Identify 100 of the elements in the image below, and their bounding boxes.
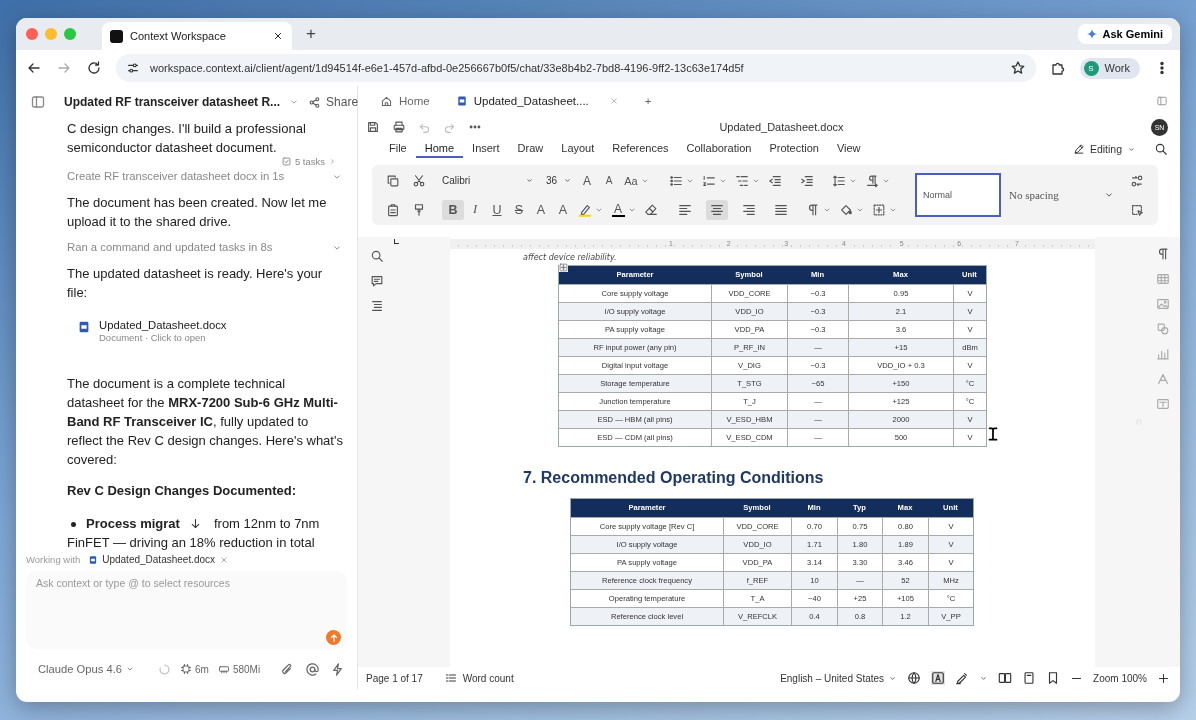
working-with-label: Working with bbox=[26, 554, 81, 565]
table-move-handle-icon[interactable] bbox=[559, 263, 568, 272]
chevron-down-icon bbox=[563, 176, 572, 185]
pencil-icon bbox=[1072, 143, 1085, 155]
font-size-select[interactable]: 36 bbox=[542, 170, 576, 191]
chat-message: The updated datasheet is ready. Here's your file: bbox=[67, 265, 324, 302]
file-meta: Document · Click to open bbox=[99, 332, 207, 344]
style-option[interactable]: Normal bbox=[915, 173, 1001, 217]
window-control[interactable] bbox=[26, 28, 38, 40]
document-tab[interactable]: Updated_Datasheet.... bbox=[447, 91, 627, 111]
cpu-icon bbox=[179, 663, 192, 675]
menu-tab[interactable]: View bbox=[827, 140, 870, 158]
strike-button[interactable]: S bbox=[508, 199, 530, 220]
save-icon[interactable] bbox=[366, 120, 380, 134]
menu-tab[interactable]: References bbox=[603, 140, 678, 158]
body-text: affect device reliability. bbox=[523, 253, 618, 262]
list-item-text: from 12nm to 7nm bbox=[213, 515, 320, 533]
chevron-right-icon bbox=[328, 157, 337, 166]
increase-indent-icon bbox=[800, 173, 814, 188]
new-tab-button[interactable]: + bbox=[300, 24, 322, 44]
align-right-icon bbox=[742, 202, 756, 217]
clear-formatting-icon bbox=[644, 202, 658, 217]
ask-gemini-button[interactable]: Ask Gemini bbox=[1078, 24, 1172, 44]
chat-title: Updated RF transceiver datasheet R... bbox=[64, 95, 281, 109]
memory-stat: 580Mi bbox=[232, 663, 261, 675]
select-icon bbox=[1130, 202, 1144, 217]
reload-icon[interactable] bbox=[86, 60, 102, 76]
globe-icon[interactable] bbox=[907, 671, 922, 685]
accessibility-icon[interactable] bbox=[931, 671, 946, 685]
copy-icon bbox=[386, 173, 400, 188]
two-page-view-icon[interactable] bbox=[998, 671, 1013, 685]
memory-icon bbox=[217, 663, 230, 675]
sidebar-toggle-icon[interactable] bbox=[30, 94, 46, 110]
subscript-button[interactable]: A bbox=[552, 199, 574, 220]
bullets-icon bbox=[669, 173, 683, 188]
chat-message: C design changes. I'll build a professional semiconductor datasheet document. bbox=[67, 120, 307, 157]
zoom-in-icon[interactable] bbox=[1157, 671, 1170, 685]
comments-icon[interactable] bbox=[369, 274, 384, 288]
font-color-button[interactable]: A bbox=[607, 199, 629, 220]
superscript-button[interactable]: A bbox=[530, 199, 552, 220]
document-tab[interactable]: Home bbox=[372, 90, 438, 112]
home-icon bbox=[380, 94, 393, 108]
word-count-button[interactable]: Word count bbox=[444, 672, 514, 684]
menu-tab[interactable]: Collaboration bbox=[677, 140, 761, 158]
track-changes-icon[interactable] bbox=[955, 671, 970, 685]
font-select[interactable]: Calibri bbox=[438, 170, 538, 191]
section-heading: Rev C Design Changes Documented: bbox=[67, 482, 297, 500]
mention-icon[interactable] bbox=[305, 661, 320, 677]
font-shrink-button[interactable]: A bbox=[598, 170, 620, 191]
profile-button[interactable]: S Work bbox=[1079, 57, 1140, 79]
numbering-icon bbox=[702, 173, 716, 188]
language-select[interactable]: English – United States bbox=[780, 672, 898, 684]
shading-icon bbox=[839, 202, 853, 217]
document-icon bbox=[77, 320, 91, 334]
italic-button[interactable]: I bbox=[464, 199, 486, 220]
file-chip[interactable]: Updated_Datasheet.docx bbox=[88, 554, 230, 565]
lightning-icon[interactable] bbox=[330, 661, 345, 677]
font-grow-button[interactable]: A bbox=[576, 170, 598, 191]
menu-tab[interactable]: File bbox=[380, 140, 416, 158]
menu-tab[interactable]: Protection bbox=[760, 140, 828, 158]
bold-button[interactable]: B bbox=[442, 199, 464, 220]
step-summary[interactable]: Create RF transceiver datasheet docx in 1s bbox=[67, 168, 331, 185]
address-bar[interactable]: workspace.context.ai/client/agent/1d94514f-e6e1-457d-afbd-0e256667b0f5/chat/33e8b4b2-7bd8-4196-9ff2-13c63e174d5f bbox=[116, 54, 1036, 82]
extensions-icon[interactable] bbox=[1049, 60, 1066, 76]
underline-button[interactable]: U bbox=[486, 199, 508, 220]
close-icon[interactable] bbox=[272, 30, 284, 42]
close-icon bbox=[608, 96, 619, 106]
style-option[interactable]: No spacing bbox=[1001, 173, 1101, 217]
search-icon[interactable] bbox=[1154, 142, 1168, 156]
new-tab-button[interactable]: + bbox=[636, 91, 660, 111]
message-input[interactable]: Ask context or type @ to select resources bbox=[26, 571, 347, 649]
page-view-icon[interactable] bbox=[1022, 671, 1037, 685]
browser-tab[interactable]: Context Workspace bbox=[102, 22, 292, 50]
editing-mode-button[interactable]: Editing bbox=[1072, 143, 1136, 155]
format-painter-icon bbox=[412, 202, 426, 217]
site-settings-icon[interactable] bbox=[126, 61, 140, 75]
menu-tab[interactable]: Insert bbox=[463, 140, 509, 158]
list-icon bbox=[444, 672, 457, 684]
share-icon bbox=[308, 95, 322, 109]
share-button[interactable]: Share bbox=[308, 95, 359, 109]
chevron-down-icon bbox=[525, 176, 534, 185]
menu-tab[interactable]: Draw bbox=[508, 140, 553, 158]
model-selector[interactable]: Claude Opus 4.6 bbox=[38, 663, 135, 675]
file-card[interactable]: Updated_Datasheet.docx Document · Click to open bbox=[67, 310, 247, 352]
step-summary[interactable]: Ran a command and updated tasks in 8s bbox=[67, 239, 331, 256]
outline-icon[interactable] bbox=[369, 299, 384, 313]
print-icon[interactable] bbox=[392, 120, 406, 134]
bookmark-star-icon[interactable] bbox=[1009, 60, 1026, 76]
menu-tab[interactable]: Layout bbox=[552, 140, 604, 158]
close-icon bbox=[219, 554, 230, 565]
tasks-badge[interactable]: 5 tasks bbox=[280, 156, 337, 167]
menu-tab[interactable]: Home bbox=[415, 140, 464, 158]
tab-stop-marker bbox=[394, 239, 399, 244]
search-icon[interactable] bbox=[369, 249, 384, 263]
arrow-up-icon bbox=[328, 632, 339, 643]
paragraph-direction-icon bbox=[865, 173, 879, 188]
align-center-button[interactable] bbox=[706, 199, 728, 220]
list-item-text: FinFET — driving an 18% reduction in total bbox=[67, 534, 316, 552]
font-case-button[interactable]: Aa bbox=[620, 170, 642, 191]
document-title: Updated_Datasheet.docx bbox=[718, 121, 845, 133]
